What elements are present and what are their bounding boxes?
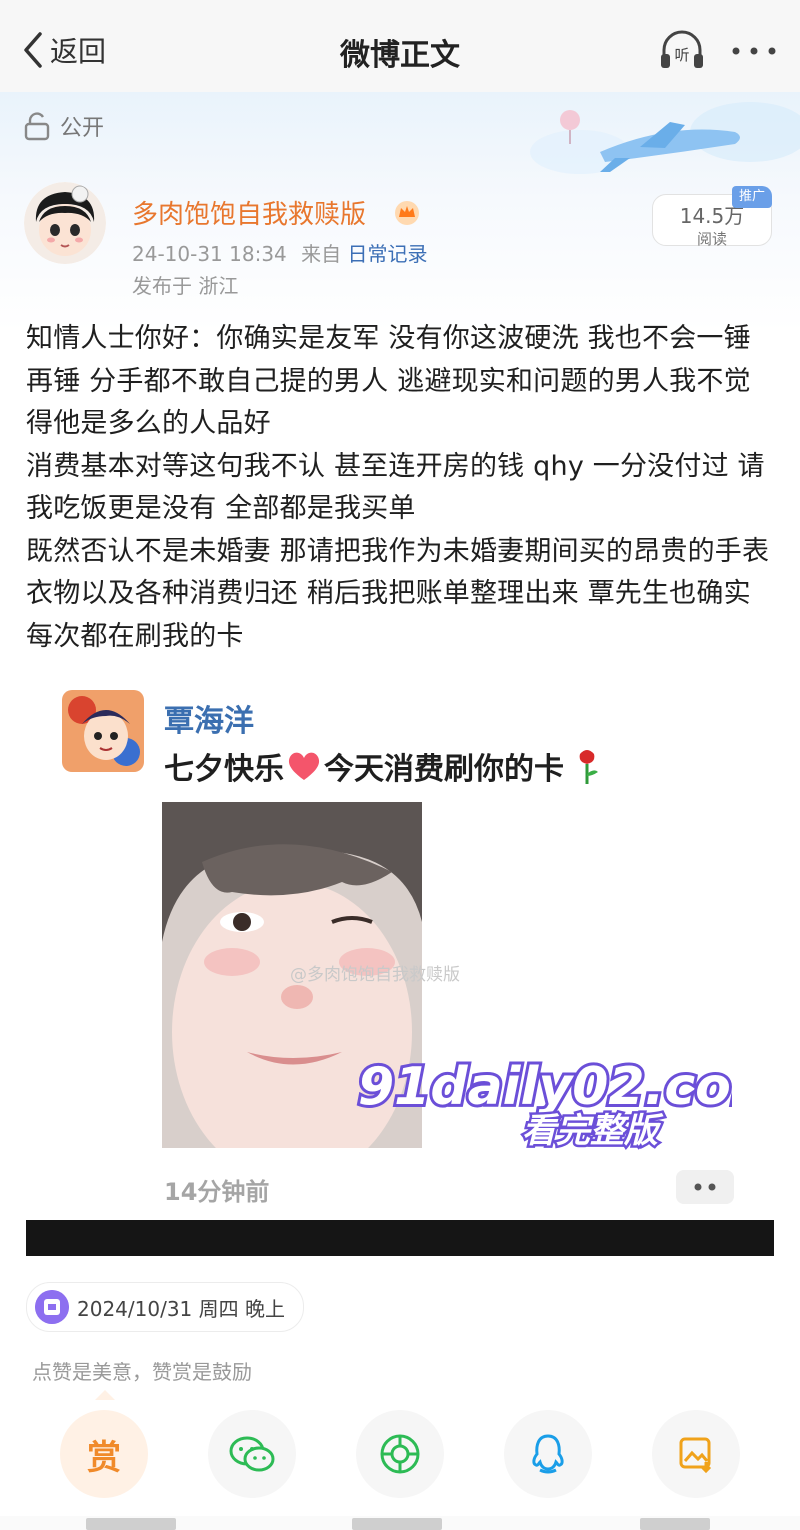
author-avatar[interactable]: [24, 182, 106, 264]
crown-badge-icon: [395, 201, 419, 225]
qq-share-button[interactable]: [504, 1410, 592, 1498]
calendar-icon: [35, 1290, 69, 1324]
post-paragraph: 既然否认不是未婚妻 那请把我作为未婚妻期间买的昂贵的手表 衣物以及各种消费归还 …: [26, 535, 770, 652]
embedded-time: 14分钟前: [164, 1178, 270, 1206]
date-card[interactable]: 2024/10/31 周四 晚上: [26, 1282, 304, 1332]
visibility-label: 公开: [60, 116, 105, 141]
moments-share-button[interactable]: [356, 1410, 444, 1498]
more-icon[interactable]: [730, 46, 778, 56]
wechat-icon: [229, 1436, 275, 1472]
post-paragraph: 知情人士你好：你确实是友军 没有你这波硬洗 我也不会一锤再锤 分手都不敢自己提的…: [26, 323, 751, 439]
post-meta: 24-10-31 18:34 来自 日常记录: [132, 238, 428, 267]
post-paragraph: 消费基本对等这句我不认 甚至连开房的钱 qhy 一分没付过 请我吃饭更是没有 全…: [26, 450, 765, 525]
reward-button[interactable]: 赏: [60, 1410, 148, 1498]
post-timestamp: 24-10-31 18:34: [132, 242, 287, 266]
heart-emoji-icon: [288, 752, 320, 780]
embedded-avatar[interactable]: [62, 690, 144, 772]
source-link[interactable]: 日常记录: [348, 242, 428, 266]
moments-icon: [380, 1434, 420, 1474]
promo-overlay: 91daily02.com 看完整版: [355, 1054, 732, 1150]
embedded-author-name[interactable]: 覃海洋: [164, 696, 254, 740]
embedded-text-start: 七夕快乐: [164, 752, 284, 787]
listen-icon[interactable]: 听: [658, 30, 706, 70]
image-watermark: @多肉饱饱自我救赎版: [290, 965, 460, 985]
date-label: 2024/10/31 周四 晚上: [77, 1296, 285, 1321]
rose-emoji-icon: [579, 750, 598, 784]
like-button[interactable]: [640, 1518, 710, 1530]
save-image-icon: [679, 1437, 712, 1474]
wechat-share-button[interactable]: [208, 1410, 296, 1498]
author-name[interactable]: 多肉饱饱自我救赎版: [132, 194, 366, 231]
reward-tip: 点赞是美意，赞赏是鼓励: [32, 1360, 252, 1384]
embedded-text-end: 今天消费刷你的卡: [324, 752, 564, 787]
promo-badge: 推广: [732, 186, 772, 208]
redaction-bar: [26, 1220, 774, 1256]
comment-button[interactable]: [352, 1518, 442, 1530]
save-image-button[interactable]: [652, 1410, 740, 1498]
reward-pointer: [95, 1390, 115, 1400]
repost-button[interactable]: [86, 1518, 176, 1530]
svg-text:听: 听: [674, 46, 689, 64]
qq-icon: [532, 1434, 564, 1474]
reads-label: 阅读: [696, 230, 727, 248]
source-prefix: 来自: [301, 242, 342, 266]
promo-url: 91daily02.com: [358, 1057, 732, 1117]
lock-open-icon: [24, 112, 50, 141]
reward-label: 赏: [87, 1437, 121, 1478]
visibility-indicator: 公开: [24, 110, 104, 142]
embedded-text: 七夕快乐 今天消费刷你的卡: [164, 744, 602, 788]
promo-subtext: 看完整版: [522, 1111, 664, 1150]
post-region: 发布于 浙江: [132, 274, 239, 298]
embedded-more-icon[interactable]: [676, 1170, 734, 1204]
post-body: 知情人士你好：你确实是友军 没有你这波硬洗 我也不会一锤再锤 分手都不敢自己提的…: [26, 318, 774, 658]
